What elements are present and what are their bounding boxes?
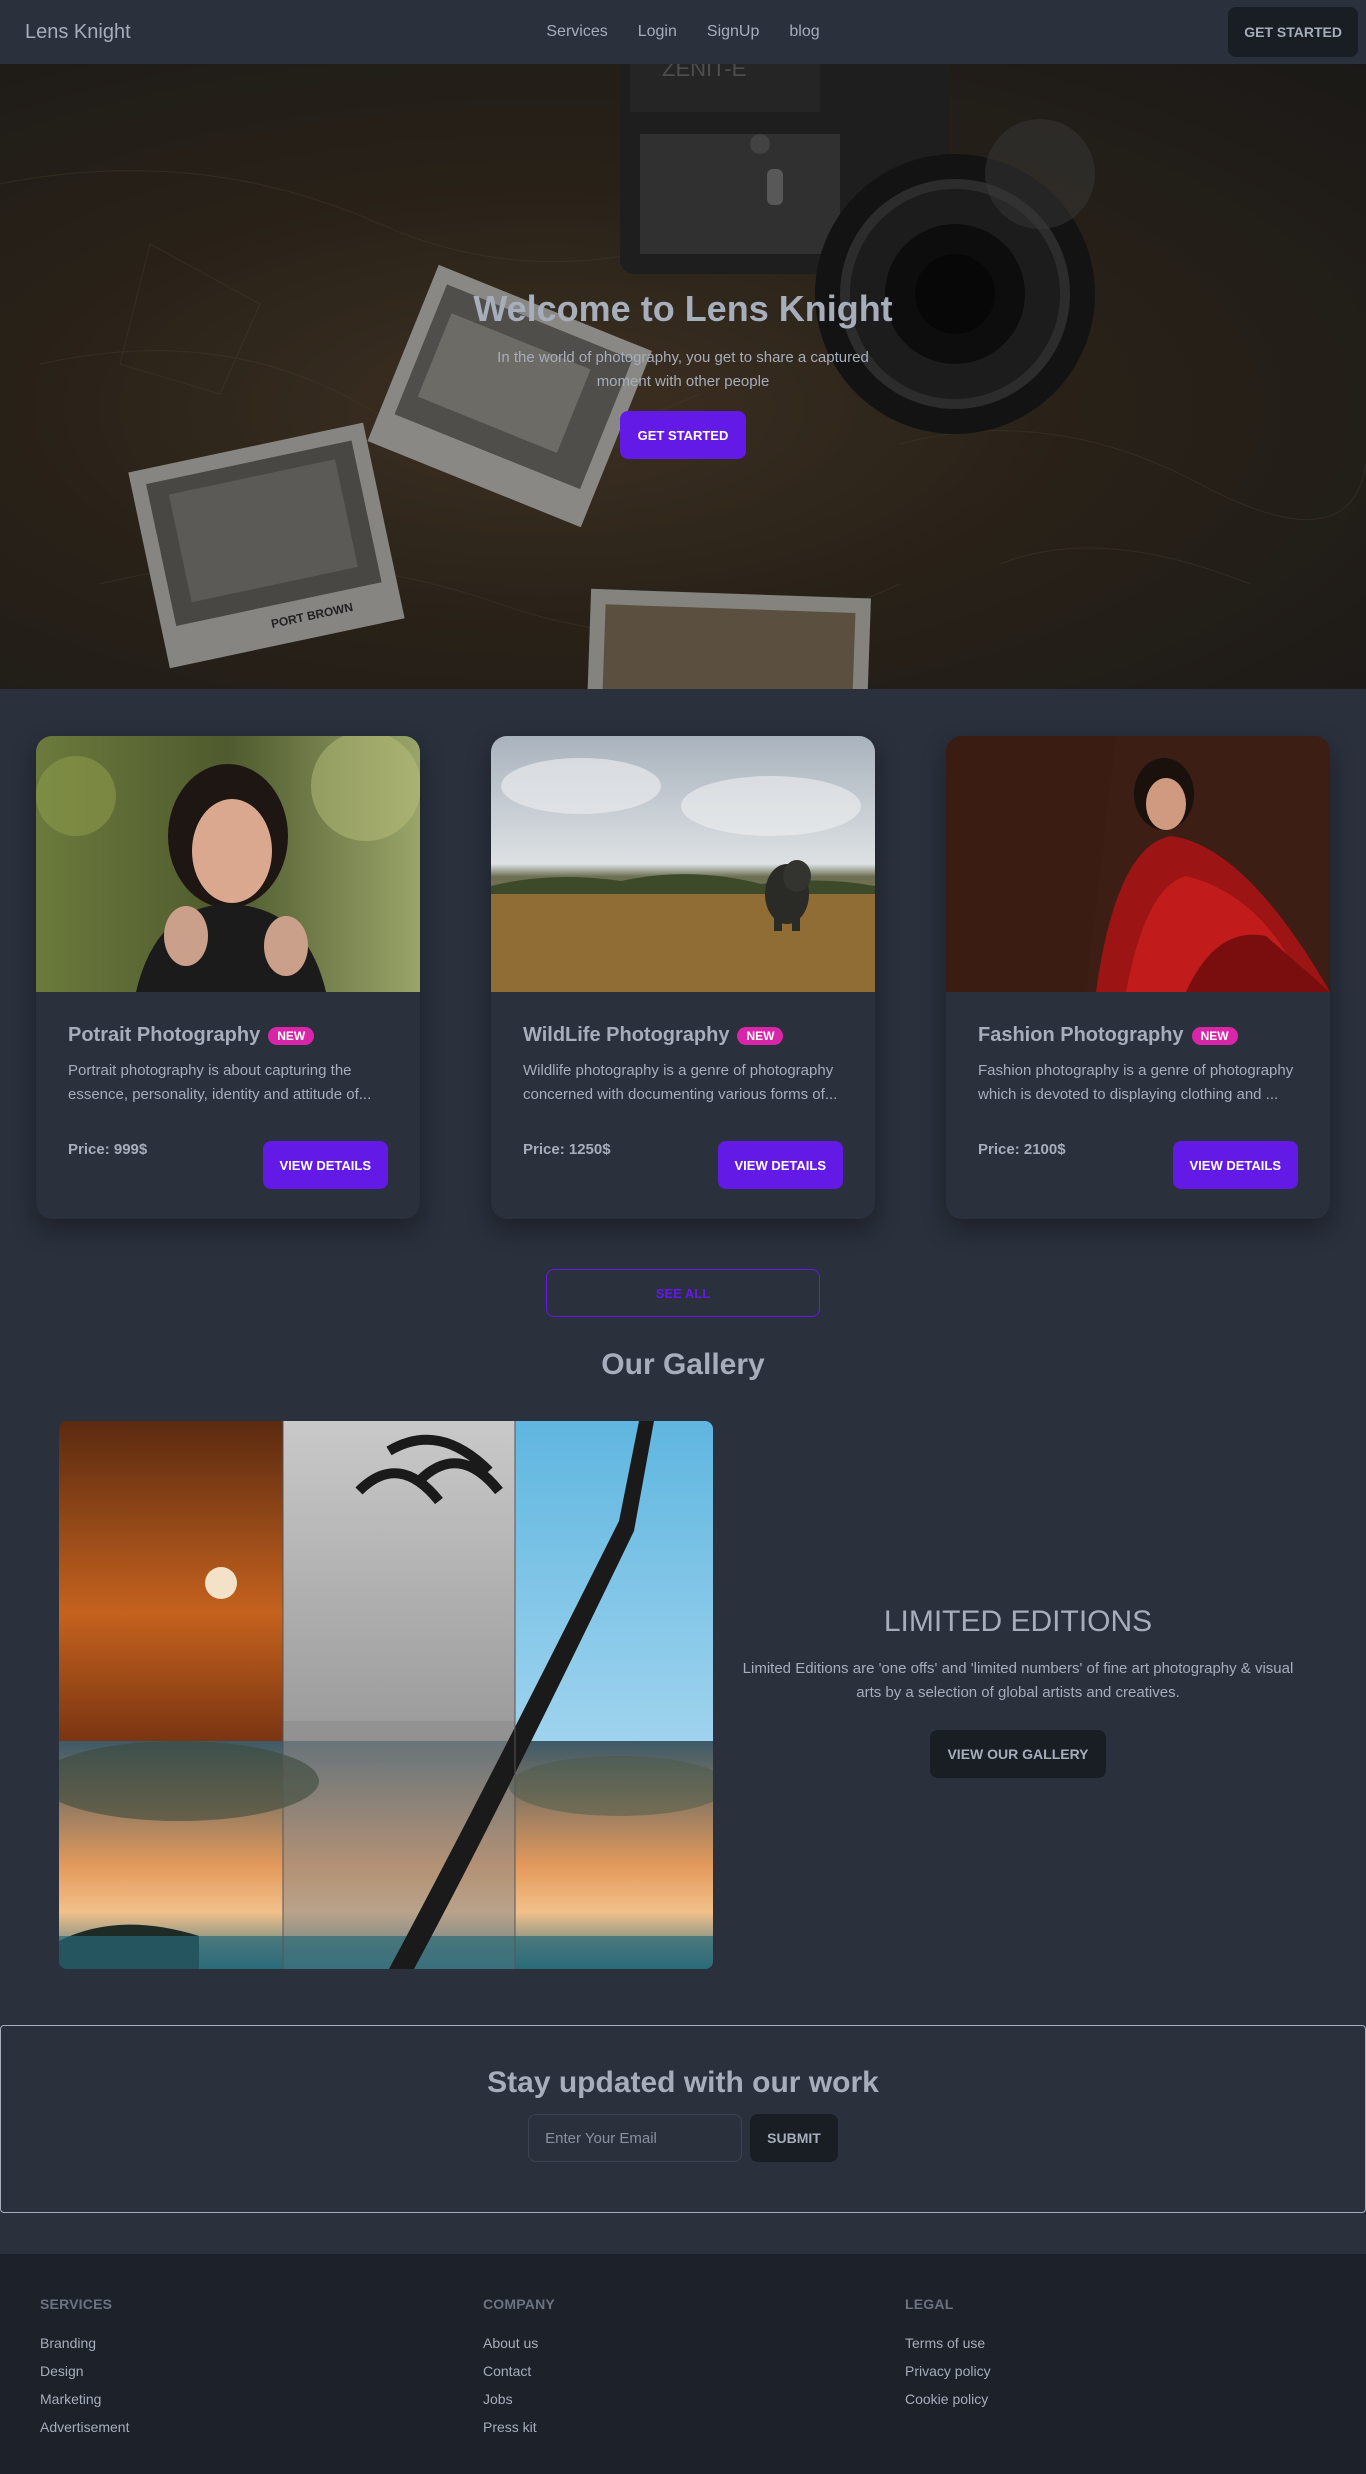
footer-link-design[interactable]: Design (40, 2357, 129, 2385)
card-portrait: Potrait Photography NEW Portrait photogr… (36, 736, 420, 1219)
nav-links: Services Login SignUp blog (0, 0, 1366, 64)
card-body: Potrait Photography NEW Portrait photogr… (36, 992, 420, 1189)
navbar: Lens Knight Services Login SignUp blog G… (0, 0, 1366, 64)
footer-link-marketing[interactable]: Marketing (40, 2385, 129, 2413)
new-badge: NEW (1191, 1026, 1238, 1045)
hero-get-started-button[interactable]: GET STARTED (619, 411, 747, 459)
newsletter-title: Stay updated with our work (487, 2066, 879, 2099)
submit-button[interactable]: SUBMIT (750, 2114, 838, 2162)
card-body: Fashion Photography NEW Fashion photogra… (946, 992, 1330, 1189)
hero-section: ZENIT-E PORT BROWN Welcome to Lens Knigh… (0, 64, 1366, 689)
card-title: WildLife Photography (523, 1024, 730, 1046)
card-title-row: Potrait Photography NEW (68, 1024, 388, 1047)
footer: SERVICES Branding Design Marketing Adver… (0, 2254, 1366, 2474)
footer-link-press-kit[interactable]: Press kit (483, 2413, 555, 2441)
card-price: Price: 1250$ (523, 1141, 611, 1158)
nav-link-services[interactable]: Services (546, 23, 607, 41)
nav-link-blog[interactable]: blog (789, 23, 819, 41)
footer-link-advertisement[interactable]: Advertisement (40, 2413, 129, 2441)
view-details-button[interactable]: VIEW DETAILS (1172, 1141, 1298, 1189)
hero-subtitle: In the world of photography, you get to … (497, 349, 869, 390)
newsletter-section: Stay updated with our work SUBMIT (0, 2025, 1366, 2213)
new-badge: NEW (737, 1026, 784, 1045)
footer-link-privacy[interactable]: Privacy policy (905, 2357, 991, 2385)
footer-company-column: COMPANY About us Contact Jobs Press kit (483, 2296, 555, 2441)
card-title: Potrait Photography (68, 1024, 261, 1046)
card-body: WildLife Photography NEW Wildlife photog… (491, 992, 875, 1189)
card-footer: Price: 1250$ VIEW DETAILS (523, 1141, 843, 1189)
wildlife-photo-image (491, 736, 875, 992)
footer-heading: COMPANY (483, 2296, 555, 2312)
footer-services-column: SERVICES Branding Design Marketing Adver… (40, 2296, 129, 2441)
limited-editions-description: Limited Editions are 'one offs' and 'lim… (742, 1660, 1294, 1701)
card-price: Price: 999$ (68, 1141, 148, 1158)
portrait-photo-image (36, 736, 420, 992)
footer-heading: SERVICES (40, 2296, 113, 2312)
gallery-collage-image (59, 1421, 713, 1969)
new-badge: NEW (268, 1026, 315, 1045)
card-title-row: WildLife Photography NEW (523, 1024, 843, 1047)
card-title-row: Fashion Photography NEW (978, 1024, 1298, 1047)
fashion-photo-image (946, 736, 1330, 992)
hero-title: Welcome to Lens Knight (473, 288, 893, 329)
limited-editions-section: LIMITED EDITIONS Limited Editions are 'o… (734, 1605, 1302, 1778)
footer-link-cookie[interactable]: Cookie policy (905, 2385, 991, 2413)
card-description: Portrait photography is about capturing … (68, 1062, 372, 1103)
nav-link-signup[interactable]: SignUp (707, 23, 759, 41)
footer-legal-column: LEGAL Terms of use Privacy policy Cookie… (905, 2296, 991, 2413)
card-description: Fashion photography is a genre of photog… (978, 1062, 1294, 1103)
service-cards: Potrait Photography NEW Portrait photogr… (36, 736, 1330, 1219)
card-description: Wildlife photography is a genre of photo… (523, 1062, 838, 1103)
newsletter-form: SUBMIT (1, 2114, 1365, 2162)
email-input[interactable] (528, 2114, 743, 2162)
view-details-button[interactable]: VIEW DETAILS (717, 1141, 843, 1189)
card-title: Fashion Photography (978, 1024, 1184, 1046)
see-all-button[interactable]: SEE ALL (546, 1269, 820, 1317)
card-wildlife: WildLife Photography NEW Wildlife photog… (491, 736, 875, 1219)
hero-content: Welcome to Lens Knight In the world of p… (0, 288, 1366, 459)
card-footer: Price: 999$ VIEW DETAILS (68, 1141, 388, 1189)
footer-link-contact[interactable]: Contact (483, 2357, 555, 2385)
nav-get-started-button[interactable]: GET STARTED (1228, 7, 1358, 57)
brand-logo[interactable]: Lens Knight (25, 21, 131, 44)
card-price: Price: 2100$ (978, 1141, 1066, 1158)
gallery-heading: Our Gallery (601, 1348, 765, 1381)
footer-heading: LEGAL (905, 2296, 954, 2312)
card-fashion: Fashion Photography NEW Fashion photogra… (946, 736, 1330, 1219)
footer-link-jobs[interactable]: Jobs (483, 2385, 555, 2413)
view-gallery-button[interactable]: VIEW OUR GALLERY (930, 1730, 1106, 1778)
limited-editions-title: LIMITED EDITIONS (883, 1605, 1153, 1638)
nav-link-login[interactable]: Login (638, 23, 677, 41)
view-details-button[interactable]: VIEW DETAILS (262, 1141, 388, 1189)
footer-link-terms[interactable]: Terms of use (905, 2329, 991, 2357)
footer-link-about[interactable]: About us (483, 2329, 555, 2357)
card-footer: Price: 2100$ VIEW DETAILS (978, 1141, 1298, 1189)
footer-link-branding[interactable]: Branding (40, 2329, 129, 2357)
